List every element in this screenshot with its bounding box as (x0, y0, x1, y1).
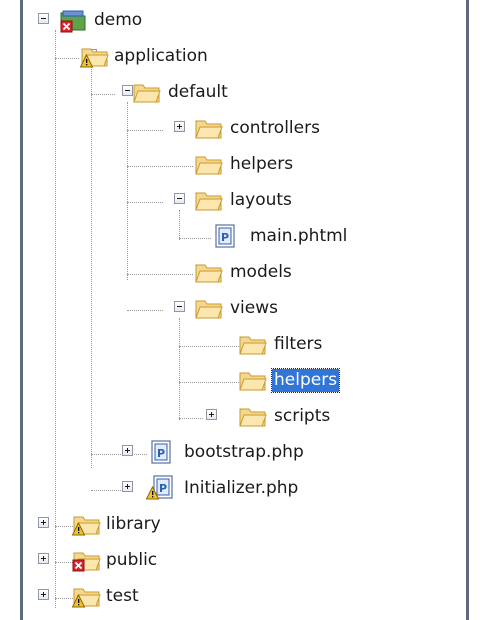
project-explorer-tree: demo application default controllers hel… (0, 0, 489, 620)
svg-text:P: P (159, 482, 167, 495)
tree-node-label: bootstrap.php (184, 442, 304, 462)
tree-node-demo[interactable]: demo (0, 2, 489, 38)
tree-node-filters[interactable]: filters (0, 326, 489, 362)
php-file-icon: P (151, 440, 171, 464)
tree-node-label: Initializer.php (184, 478, 299, 498)
folder-open-icon (239, 372, 267, 391)
tree-node-label: demo (94, 10, 143, 30)
collapse-toggle[interactable] (174, 301, 185, 312)
folder-open-icon (239, 336, 267, 355)
expand-toggle[interactable] (174, 121, 185, 132)
tree-node-label: scripts (274, 406, 331, 426)
tree-node-label: filters (274, 334, 323, 354)
tree-node-scripts[interactable]: scripts (0, 398, 489, 434)
folder-warning-icon (72, 516, 101, 536)
folder-open-icon (195, 156, 223, 175)
folder-warning-icon (72, 588, 101, 608)
expand-toggle[interactable] (122, 445, 133, 456)
tree-node-label: models (230, 262, 292, 282)
tree-node-label: library (106, 514, 161, 534)
tree-node-layouts[interactable]: layouts (0, 182, 489, 218)
tree-node-label: controllers (230, 118, 320, 138)
expand-toggle[interactable] (206, 409, 217, 420)
svg-text:P: P (157, 447, 165, 460)
collapse-toggle[interactable] (38, 13, 49, 24)
folder-open-icon (195, 192, 223, 211)
expand-toggle[interactable] (38, 553, 49, 564)
tree-node-application[interactable]: application (0, 38, 489, 74)
php-project-error-icon (60, 10, 86, 33)
tree-node-default[interactable]: default (0, 74, 489, 110)
tree-node-test[interactable]: test (0, 578, 489, 614)
folder-open-icon (133, 84, 161, 103)
php-file-warning-icon: P (146, 475, 173, 500)
expand-toggle[interactable] (122, 481, 133, 492)
tree-node-helpers[interactable]: helpers (0, 146, 489, 182)
expand-toggle[interactable] (38, 589, 49, 600)
expand-toggle[interactable] (38, 517, 49, 528)
folder-open-icon (195, 264, 223, 283)
folder-warning-icon (80, 48, 109, 68)
folder-open-icon (239, 408, 267, 427)
tree-node-public[interactable]: public (0, 542, 489, 578)
tree-node-label: helpers (230, 154, 294, 174)
tree-node-controllers[interactable]: controllers (0, 110, 489, 146)
folder-error-icon (72, 552, 101, 572)
tree-node-views[interactable]: views (0, 290, 489, 326)
tree-node-views-helpers[interactable]: helpers (0, 362, 489, 398)
tree-node-label: main.phtml (250, 226, 348, 246)
tree-node-label: default (168, 82, 228, 102)
collapse-toggle[interactable] (174, 193, 185, 204)
tree-node-models[interactable]: models (0, 254, 489, 290)
folder-open-icon (195, 300, 223, 319)
tree-node-label: application (114, 46, 208, 66)
tree-node-initializer-php[interactable]: P Initializer.php (0, 470, 489, 506)
tree-node-label: test (106, 586, 139, 606)
php-file-icon: P (215, 224, 235, 248)
tree-node-label: views (230, 298, 279, 318)
tree-node-label-selected: helpers (270, 368, 341, 393)
tree-node-label: public (106, 550, 158, 570)
svg-text:P: P (221, 231, 229, 244)
tree-node-label: layouts (230, 190, 292, 210)
tree-node-bootstrap-php[interactable]: P bootstrap.php (0, 434, 489, 470)
tree-node-main-phtml[interactable]: P main.phtml (0, 218, 489, 254)
tree-node-library[interactable]: library (0, 506, 489, 542)
folder-open-icon (195, 120, 223, 139)
